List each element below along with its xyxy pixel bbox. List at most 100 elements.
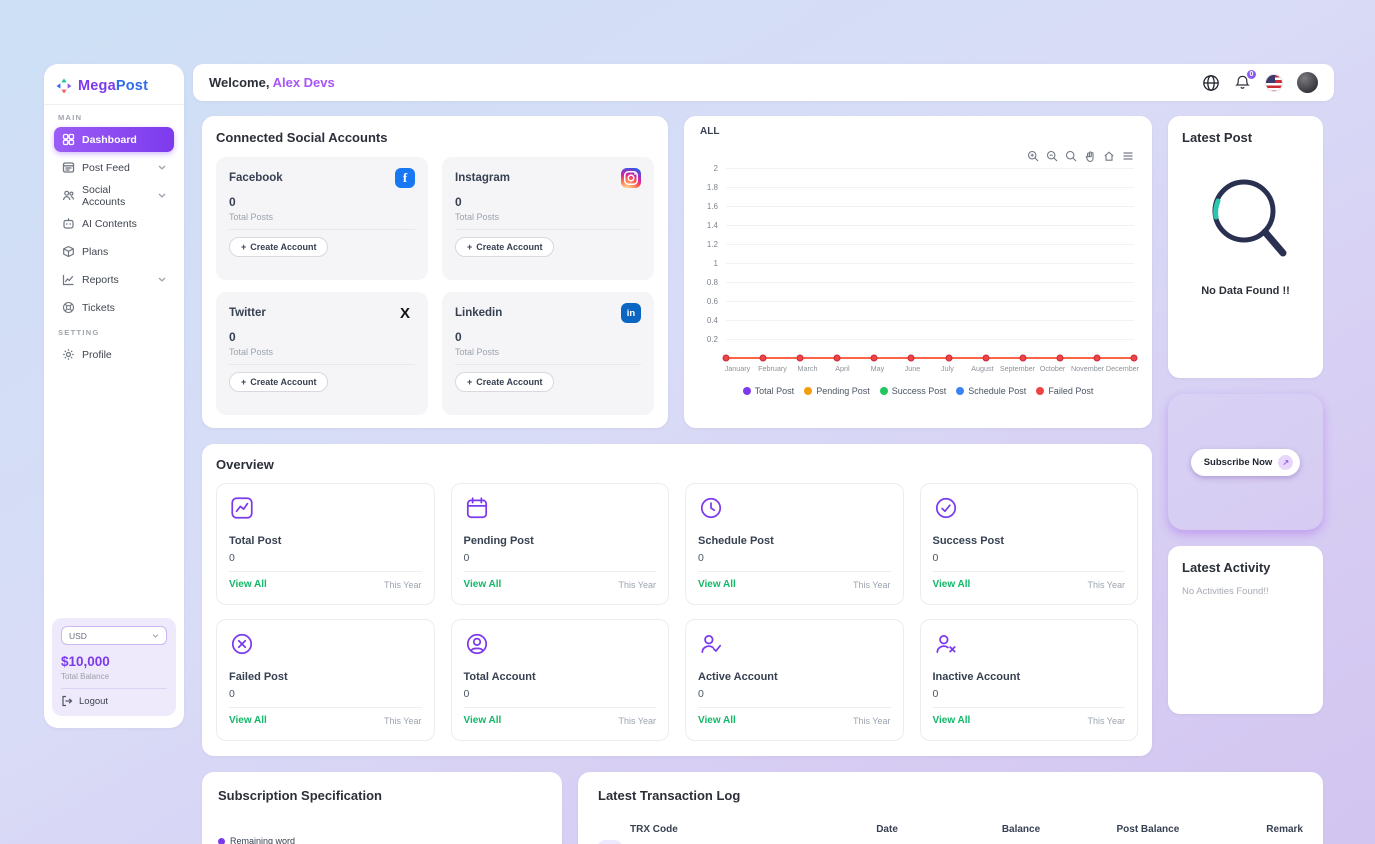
data-point-marker[interactable]: [1056, 355, 1063, 362]
divider: [229, 571, 422, 572]
sidebar-item-social-accounts[interactable]: Social Accounts: [54, 183, 174, 208]
create-account-button[interactable]: +Create Account: [455, 237, 554, 257]
legend-label: Schedule Post: [968, 386, 1026, 396]
chart-series-line: [726, 357, 1134, 360]
logout-icon: [61, 695, 73, 707]
total-posts-label: Total Posts: [455, 212, 641, 222]
language-flag-icon[interactable]: [1265, 74, 1283, 92]
data-point-marker[interactable]: [945, 355, 952, 362]
legend-item[interactable]: Success Post: [880, 386, 947, 396]
column-header: Balance: [965, 824, 1078, 835]
create-account-button[interactable]: +Create Account: [229, 372, 328, 392]
view-all-link[interactable]: View All: [698, 579, 736, 590]
notification-bell-icon[interactable]: 0: [1234, 74, 1251, 91]
data-point-marker[interactable]: [797, 355, 804, 362]
legend-item[interactable]: Schedule Post: [956, 386, 1026, 396]
view-all-link[interactable]: View All: [933, 715, 971, 726]
stat-value: 0: [933, 688, 1126, 700]
sidebar-item-dashboard[interactable]: Dashboard: [54, 127, 174, 152]
view-all-link[interactable]: View All: [698, 715, 736, 726]
data-point-marker[interactable]: [1093, 355, 1100, 362]
subscription-legend-item[interactable]: Remaining word: [218, 836, 546, 844]
sidebar-item-profile[interactable]: Profile: [54, 342, 174, 367]
view-all-link[interactable]: View All: [933, 579, 971, 590]
view-all-link[interactable]: View All: [464, 579, 502, 590]
brand-name-post: Post: [116, 78, 148, 94]
overview-failed-post-card: Failed Post 0 View AllThis Year: [216, 619, 435, 741]
divider: [933, 571, 1126, 572]
chart-filter-all-tab[interactable]: ALL: [700, 126, 719, 137]
sidebar-item-reports[interactable]: Reports: [54, 267, 174, 292]
user-x-icon: [933, 631, 959, 657]
legend-item[interactable]: Total Post: [743, 386, 795, 396]
menu-hamburger-icon[interactable]: [1122, 150, 1134, 162]
topbar-actions: 0: [1202, 72, 1318, 93]
view-all-link[interactable]: View All: [229, 579, 267, 590]
instagram-account-card: Instagram 0 Total Posts +Create Account: [442, 157, 654, 280]
sidebar-item-plans[interactable]: Plans: [54, 239, 174, 264]
plus-icon: +: [467, 377, 472, 387]
sidebar-item-label: Profile: [82, 349, 112, 361]
section-title: Overview: [216, 457, 1138, 472]
sidebar-section-main: MAIN: [58, 113, 170, 122]
sidebar-item-post-feed[interactable]: Post Feed: [54, 155, 174, 180]
linkedin-icon: in: [621, 303, 641, 323]
account-name: Facebook: [229, 172, 283, 184]
subscribe-label: Subscribe Now: [1204, 457, 1273, 468]
posts-chart-card: ALL 21.81.61.41.210.80.60.40.2 JanuaryFe…: [684, 116, 1152, 428]
x-tick-label: August: [965, 364, 1000, 373]
logout-button[interactable]: Logout: [61, 695, 167, 707]
subscribe-banner: Subscribe Now ↗: [1168, 394, 1323, 530]
brand-logo[interactable]: MegaPost: [44, 64, 184, 104]
legend-label: Total Post: [755, 386, 795, 396]
zoom-selection-icon[interactable]: [1065, 150, 1077, 162]
data-point-marker[interactable]: [982, 355, 989, 362]
create-account-label: Create Account: [250, 377, 316, 387]
gridline: [726, 206, 1134, 207]
stat-label: Failed Post: [229, 671, 422, 683]
create-account-button[interactable]: +Create Account: [229, 237, 328, 257]
total-posts-label: Total Posts: [229, 347, 415, 357]
view-all-link[interactable]: View All: [229, 715, 267, 726]
view-all-link[interactable]: View All: [464, 715, 502, 726]
no-activities-text: No Activities Found!!: [1182, 586, 1309, 597]
y-tick-label: 1.6: [692, 202, 718, 211]
stat-value: 0: [464, 552, 657, 564]
data-point-marker[interactable]: [871, 355, 878, 362]
legend-item[interactable]: Failed Post: [1036, 386, 1093, 396]
sidebar-item-tickets[interactable]: Tickets: [54, 295, 174, 320]
data-point-marker[interactable]: [908, 355, 915, 362]
subscribe-now-button[interactable]: Subscribe Now ↗: [1191, 449, 1301, 476]
sidebar-item-ai-contents[interactable]: AI Contents: [54, 211, 174, 236]
currency-select[interactable]: USD: [61, 626, 167, 645]
user-name: Alex Devs: [273, 75, 335, 90]
column-header: Remark: [1218, 824, 1303, 835]
chart-y-ticks: 21.81.61.41.210.80.60.40.2: [696, 168, 722, 358]
divider: [698, 707, 891, 708]
zoom-in-icon[interactable]: [1027, 150, 1039, 162]
zoom-out-icon[interactable]: [1046, 150, 1058, 162]
data-point-marker[interactable]: [723, 355, 730, 362]
data-point-marker[interactable]: [760, 355, 767, 362]
gridline: [726, 301, 1134, 302]
data-point-marker[interactable]: [1019, 355, 1026, 362]
wallet-balance: $10,000: [61, 654, 167, 669]
home-reset-icon[interactable]: [1103, 150, 1115, 162]
plans-box-icon: [62, 245, 75, 258]
overview-schedule-post-card: Schedule Post 0 View AllThis Year: [685, 483, 904, 605]
legend-item[interactable]: Pending Post: [804, 386, 870, 396]
users-icon: [62, 189, 75, 202]
gridline: [726, 263, 1134, 264]
chart-x-labels: JanuaryFebruaryMarchAprilMayJuneJulyAugu…: [720, 364, 1140, 373]
data-point-marker[interactable]: [1131, 355, 1138, 362]
account-post-count: 0: [455, 195, 641, 209]
create-account-button[interactable]: +Create Account: [455, 372, 554, 392]
y-tick-label: 0.2: [692, 335, 718, 344]
x-tick-label: January: [720, 364, 755, 373]
user-avatar[interactable]: [1297, 72, 1318, 93]
globe-icon[interactable]: [1202, 74, 1220, 92]
data-point-marker[interactable]: [834, 355, 841, 362]
twitter-account-card: Twitter X 0 Total Posts +Create Account: [216, 292, 428, 415]
stat-label: Inactive Account: [933, 671, 1126, 683]
pan-hand-icon[interactable]: [1084, 150, 1096, 162]
